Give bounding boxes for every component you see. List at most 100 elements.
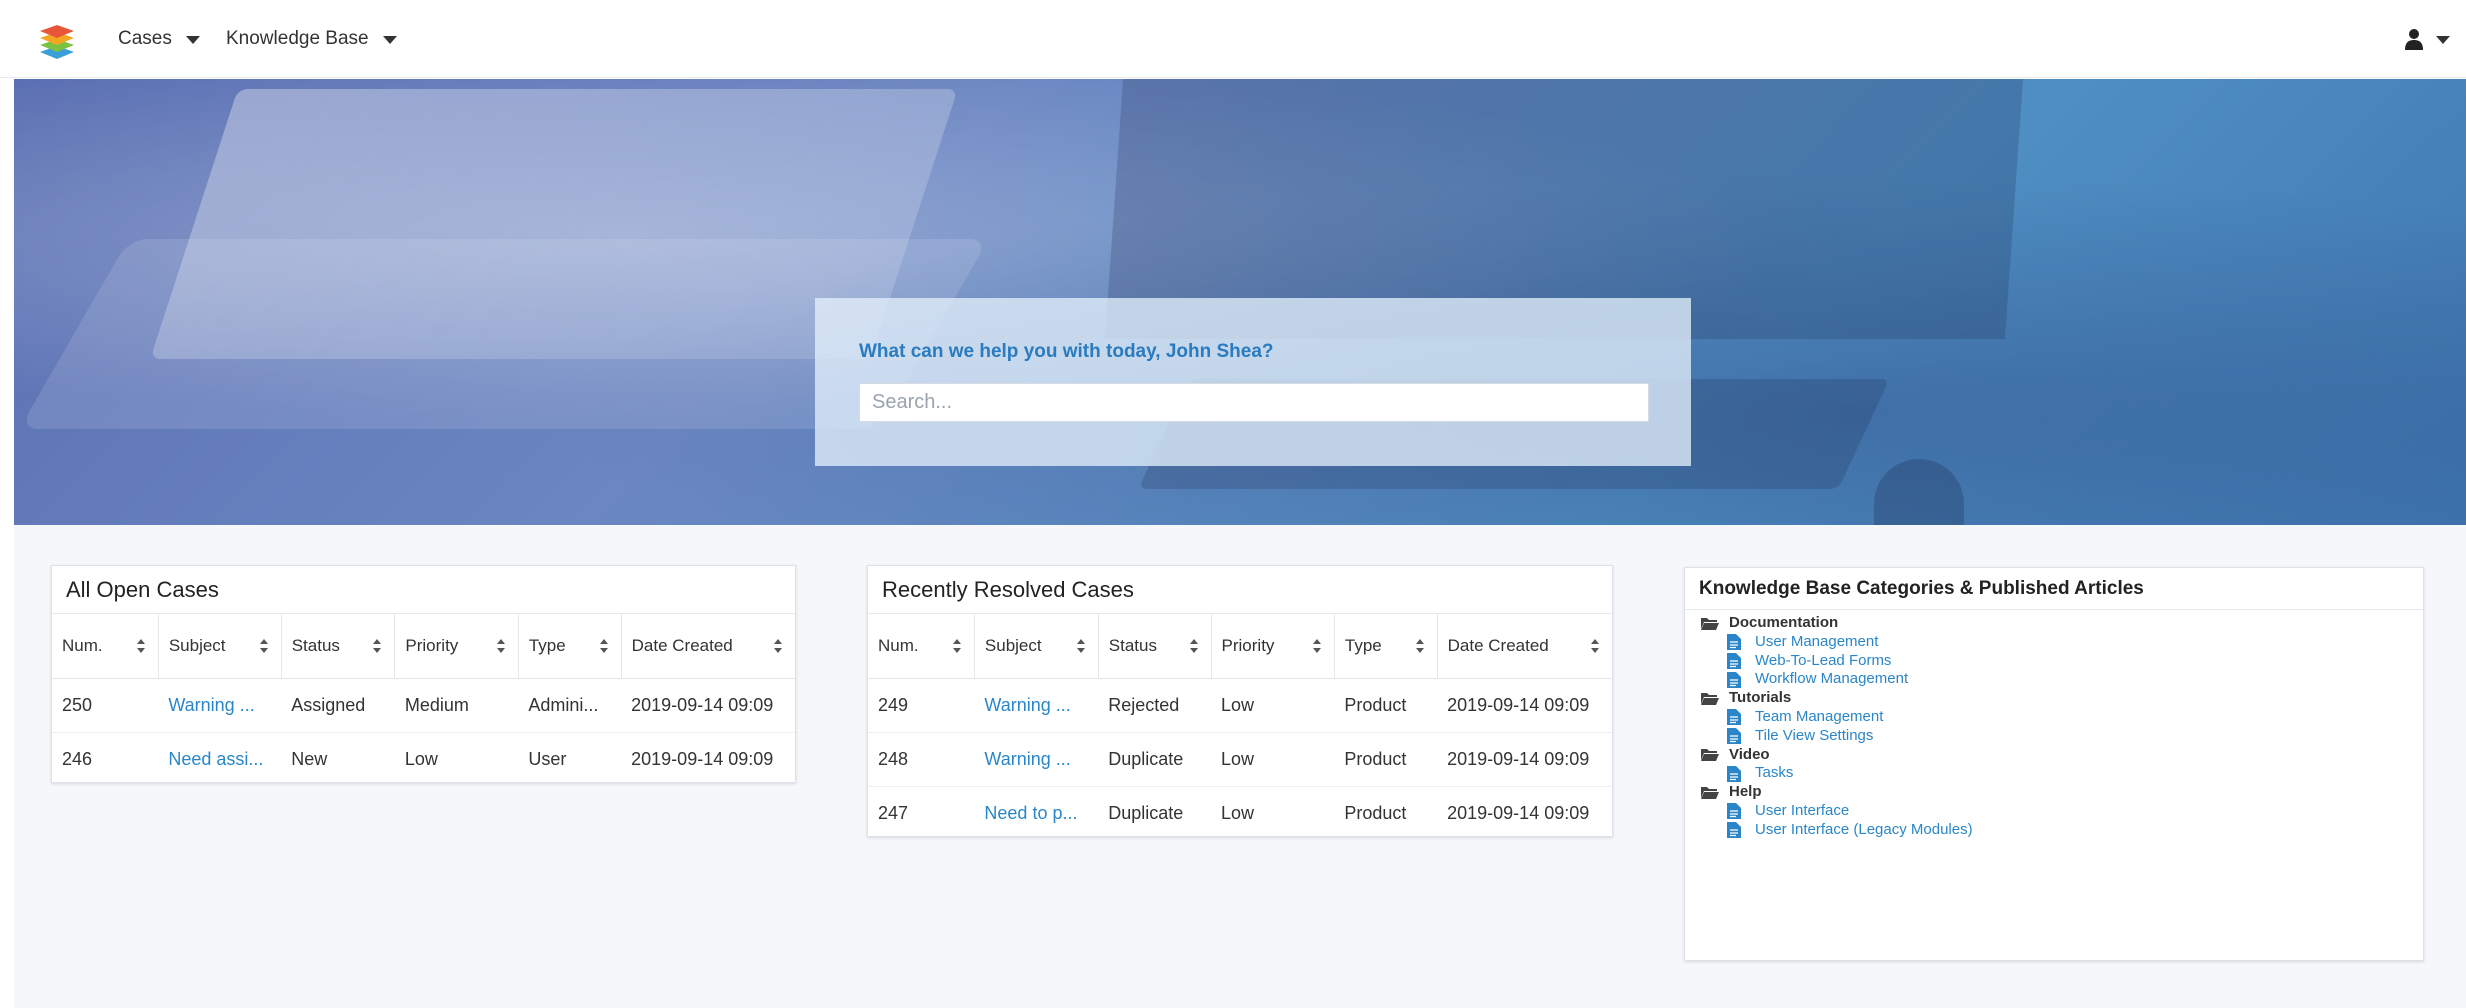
- nav-cases-menu[interactable]: Cases: [118, 28, 200, 50]
- column-header-status[interactable]: Status: [281, 614, 396, 679]
- sort-icon: [373, 638, 382, 653]
- table-row[interactable]: 248 Warning ... Duplicate Low Product 20…: [868, 732, 1612, 787]
- case-priority: Low: [1211, 732, 1335, 787]
- case-num: 247: [878, 802, 909, 823]
- kb-category-tutorials[interactable]: Tutorials: [1701, 689, 2407, 708]
- kb-article-link[interactable]: Team Management: [1701, 708, 2407, 727]
- column-header-priority[interactable]: Priority: [394, 614, 519, 679]
- case-subject-link[interactable]: Need to p...: [974, 786, 1098, 840]
- kb-article-link[interactable]: User Management: [1701, 633, 2407, 652]
- nav-knowledge-base-menu[interactable]: Knowledge Base: [226, 28, 397, 50]
- resolved-cases-table: Num. Subject Status Priority Type Date C…: [868, 614, 1612, 840]
- sort-icon: [136, 638, 145, 653]
- column-header-type[interactable]: Type: [518, 614, 622, 679]
- hero-decoration: [1874, 459, 1964, 525]
- table-row[interactable]: 247 Need to p... Duplicate Low Product 2…: [868, 786, 1612, 840]
- search-input[interactable]: [859, 383, 1649, 422]
- search-greeting: What can we help you with today, John Sh…: [859, 341, 1274, 362]
- column-header-date-created[interactable]: Date Created: [621, 614, 795, 679]
- user-menu[interactable]: [2404, 28, 2450, 50]
- case-subject-link[interactable]: Warning ...: [974, 678, 1099, 733]
- sort-icon: [952, 638, 961, 653]
- case-subject-link[interactable]: Need assi...: [158, 732, 281, 786]
- case-priority: Low: [404, 748, 438, 769]
- case-status: Duplicate: [1108, 802, 1184, 823]
- open-cases-title: All Open Cases: [52, 566, 795, 614]
- kb-category-help[interactable]: Help: [1701, 783, 2407, 802]
- column-header-type[interactable]: Type: [1334, 614, 1438, 679]
- case-type: Product: [1334, 678, 1438, 733]
- document-icon: [1727, 765, 1741, 782]
- column-header-date-created[interactable]: Date Created: [1437, 614, 1612, 679]
- nav-cases-label: Cases: [118, 28, 172, 49]
- case-num: 250: [52, 678, 159, 733]
- document-icon: [1727, 822, 1741, 839]
- case-date-created: 2019-09-14 09:09: [1437, 678, 1612, 733]
- sort-icon: [1312, 638, 1321, 653]
- case-type: Product: [1344, 802, 1407, 823]
- sort-icon: [259, 638, 268, 653]
- case-priority: Low: [1211, 678, 1335, 733]
- column-header-num[interactable]: Num.: [868, 614, 975, 679]
- folder-open-icon: [1701, 787, 1719, 800]
- document-icon: [1727, 634, 1741, 651]
- knowledge-base-card: Knowledge Base Categories & Published Ar…: [1684, 567, 2424, 961]
- sort-icon: [1591, 638, 1599, 653]
- kb-category-video[interactable]: Video: [1701, 746, 2407, 765]
- table-row[interactable]: 249 Warning ... Rejected Low Product 201…: [868, 678, 1612, 733]
- sort-icon: [496, 638, 505, 653]
- knowledge-base-tree: Documentation User Management Web-To-Lea…: [1685, 610, 2423, 844]
- document-icon: [1727, 728, 1741, 745]
- kb-article-link[interactable]: Tile View Settings: [1701, 727, 2407, 746]
- search-panel: What can we help you with today, John Sh…: [815, 298, 1691, 466]
- column-header-priority[interactable]: Priority: [1211, 614, 1335, 679]
- kb-article-link[interactable]: User Interface: [1701, 802, 2407, 821]
- column-header-status[interactable]: Status: [1098, 614, 1212, 679]
- case-subject-link[interactable]: Warning ...: [974, 732, 1099, 787]
- document-icon: [1727, 671, 1741, 688]
- kb-article-link[interactable]: Web-To-Lead Forms: [1701, 652, 2407, 671]
- document-icon: [1727, 803, 1741, 820]
- table-header-row: Num. Subject Status Priority Type Date C…: [868, 614, 1612, 679]
- top-navbar: Cases Knowledge Base: [0, 0, 2466, 78]
- column-header-subject[interactable]: Subject: [974, 614, 1099, 679]
- resolved-cases-title: Recently Resolved Cases: [868, 566, 1612, 614]
- kb-category-documentation[interactable]: Documentation: [1701, 614, 2407, 633]
- chevron-down-icon: [185, 36, 200, 44]
- case-status: Duplicate: [1098, 732, 1212, 787]
- case-date-created: 2019-09-14 09:09: [1437, 732, 1612, 787]
- case-subject-link[interactable]: Warning ...: [158, 678, 282, 733]
- case-type: User: [528, 748, 567, 769]
- table-header-row: Num. Subject Status Priority Type Date C…: [52, 614, 795, 679]
- kb-article-link[interactable]: Workflow Management: [1701, 670, 2407, 689]
- nav-knowledge-base-label: Knowledge Base: [226, 28, 369, 49]
- case-num: 246: [62, 748, 93, 769]
- case-type: Admini...: [518, 678, 622, 733]
- sort-icon: [1076, 638, 1085, 653]
- folder-open-icon: [1701, 617, 1719, 630]
- chevron-down-icon: [2436, 36, 2450, 44]
- column-header-num[interactable]: Num.: [52, 614, 159, 679]
- chevron-down-icon: [382, 36, 397, 44]
- open-cases-card: All Open Cases Num. Subject Status Prior…: [51, 565, 796, 783]
- table-row[interactable]: 250 Warning ... Assigned Medium Admini..…: [52, 678, 795, 733]
- case-status: Assigned: [281, 678, 395, 733]
- sort-icon: [1189, 638, 1198, 653]
- case-date-created: 2019-09-14 09:09: [631, 748, 774, 769]
- table-row[interactable]: 246 Need assi... New Low User 2019-09-14…: [52, 732, 795, 786]
- case-priority: Medium: [394, 678, 519, 733]
- column-header-subject[interactable]: Subject: [158, 614, 282, 679]
- sort-icon: [599, 638, 608, 653]
- case-date-created: 2019-09-14 09:09: [621, 678, 795, 733]
- document-icon: [1727, 652, 1741, 669]
- case-status: Rejected: [1098, 678, 1212, 733]
- open-cases-table: Num. Subject Status Priority Type Date C…: [52, 614, 795, 786]
- knowledge-base-title: Knowledge Base Categories & Published Ar…: [1685, 568, 2423, 610]
- case-date-created: 2019-09-14 09:09: [1447, 802, 1590, 823]
- app-logo-icon[interactable]: [38, 24, 76, 60]
- case-type: Product: [1334, 732, 1438, 787]
- sort-icon: [774, 638, 782, 653]
- folder-open-icon: [1701, 693, 1719, 706]
- kb-article-link[interactable]: User Interface (Legacy Modules): [1701, 821, 2407, 840]
- kb-article-link[interactable]: Tasks: [1701, 764, 2407, 783]
